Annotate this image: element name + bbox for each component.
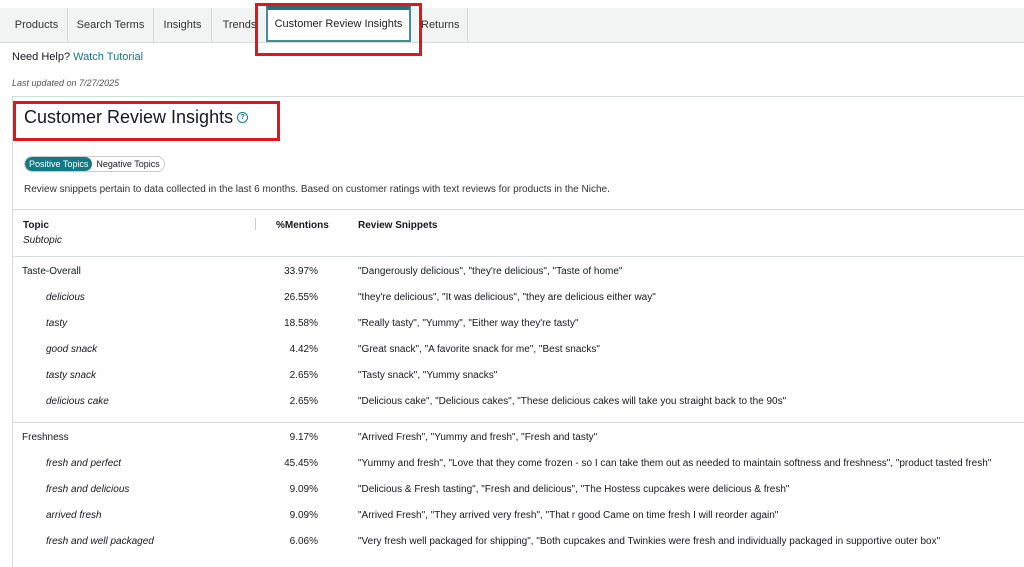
review-snippets: "Arrived Fresh", "They arrived very fres… <box>358 510 779 521</box>
subtopic-name: arrived fresh <box>46 510 102 521</box>
subtopic-name: delicious <box>46 292 85 303</box>
subtopic-name: fresh and well packaged <box>46 536 154 547</box>
title-text: Customer Review Insights <box>24 107 234 127</box>
subtopic-name: delicious cake <box>46 396 109 407</box>
table-row: fresh and delicious 9.09% "Delicious & Fre… <box>12 484 1024 510</box>
header-topic[interactable]: Topic <box>23 220 49 231</box>
divider <box>12 209 1024 210</box>
subtopic-name: fresh and delicious <box>46 484 130 495</box>
review-snippets: "Dangerously delicious", "they're delici… <box>358 266 623 277</box>
table-row: fresh and perfect 45.45% "Yummy and fresh"… <box>12 458 1024 484</box>
review-snippets: "Yummy and fresh", "Love that they come … <box>358 458 992 469</box>
mentions-value: 2.65% <box>289 396 318 407</box>
subtopic-name: tasty <box>46 318 68 329</box>
help-line: Need Help? Watch Tutorial <box>12 51 143 63</box>
topic-toggle: Positive Topics Negative Topics <box>24 156 165 172</box>
last-updated: Last updated on 7/27/2025 <box>12 78 120 88</box>
review-snippets: "Delicious cake", "Delicious cakes", "Th… <box>358 396 787 407</box>
group-divider <box>12 422 1024 423</box>
review-snippets: "Delicious & Fresh tasting", "Fresh and … <box>358 484 790 495</box>
table-row: good snack 4.42% "Great snack", "A favorit… <box>12 344 1024 370</box>
tab-trends[interactable]: Trends <box>212 8 268 42</box>
column-separator <box>255 218 256 230</box>
tab-search-terms[interactable]: Search Terms <box>68 8 154 42</box>
positive-topics-button[interactable]: Positive Topics <box>25 157 93 171</box>
tab-returns[interactable]: Returns <box>411 8 468 42</box>
help-icon[interactable]: ? <box>237 112 249 123</box>
watch-tutorial-link[interactable]: Watch Tutorial <box>73 51 143 63</box>
subtopic-name: fresh and perfect <box>46 458 122 469</box>
table-row: delicious cake 2.65% "Delicious cake", "De… <box>12 396 1024 422</box>
table-row: Taste-Overall 33.97% "Dangerously deliciou… <box>12 266 1024 292</box>
table-row: arrived fresh 9.09% "Arrived Fresh", "They… <box>12 510 1024 536</box>
header-snippets: Review Snippets <box>358 220 438 231</box>
table-row: delicious 26.55% "they're delicious", "It … <box>12 292 1024 318</box>
negative-topics-button[interactable]: Negative Topics <box>92 157 163 171</box>
review-snippets: "they're delicious", "It was delicious",… <box>358 292 656 303</box>
tab-bar: Products Search Terms Insights Trends Cu… <box>0 6 1024 43</box>
mentions-value: 9.17% <box>289 432 318 443</box>
mentions-value: 33.97% <box>284 266 318 277</box>
review-snippets: "Arrived Fresh", "Yummy and fresh", "Fre… <box>358 432 598 443</box>
description: Review snippets pertain to data collecte… <box>24 184 610 195</box>
mentions-value: 9.09% <box>289 484 318 495</box>
topic-name: Freshness <box>22 432 69 443</box>
subtopic-name: good snack <box>46 344 98 355</box>
help-prefix: Need Help? <box>12 51 71 63</box>
topic-name: Taste-Overall <box>22 266 81 277</box>
review-snippets: "Great snack", "A favorite snack for me"… <box>358 344 600 355</box>
table-row: fresh and well packaged 6.06% "Very fresh … <box>12 536 1024 562</box>
subtopic-name: tasty snack <box>46 370 97 381</box>
tab-insights[interactable]: Insights <box>154 8 212 42</box>
tab-customer-review-insights[interactable]: Customer Review Insights <box>266 6 411 42</box>
header-subtopic: Subtopic <box>23 235 62 246</box>
page-title: Customer Review Insights? <box>24 107 249 128</box>
review-snippets: "Very fresh well packaged for shipping",… <box>358 536 941 547</box>
table-row: tasty 18.58% "Really tasty", "Yummy", "Eit… <box>12 318 1024 344</box>
tab-products[interactable]: Products <box>6 8 68 42</box>
mentions-value: 2.65% <box>289 370 318 381</box>
mentions-value: 9.09% <box>289 510 318 521</box>
table-row: tasty snack 2.65% "Tasty snack", "Yummy sn… <box>12 370 1024 396</box>
review-snippets: "Really tasty", "Yummy", "Either way the… <box>358 318 579 329</box>
divider <box>12 256 1024 257</box>
table-row: Freshness 9.17% "Arrived Fresh", "Yummy an… <box>12 432 1024 458</box>
mentions-value: 6.06% <box>289 536 318 547</box>
review-snippets: "Tasty snack", "Yummy snacks" <box>358 370 498 381</box>
header-mentions[interactable]: %Mentions <box>276 220 329 231</box>
mentions-value: 26.55% <box>284 292 318 303</box>
mentions-value: 45.45% <box>284 458 318 469</box>
mentions-value: 18.58% <box>284 318 318 329</box>
mentions-value: 4.42% <box>289 344 318 355</box>
